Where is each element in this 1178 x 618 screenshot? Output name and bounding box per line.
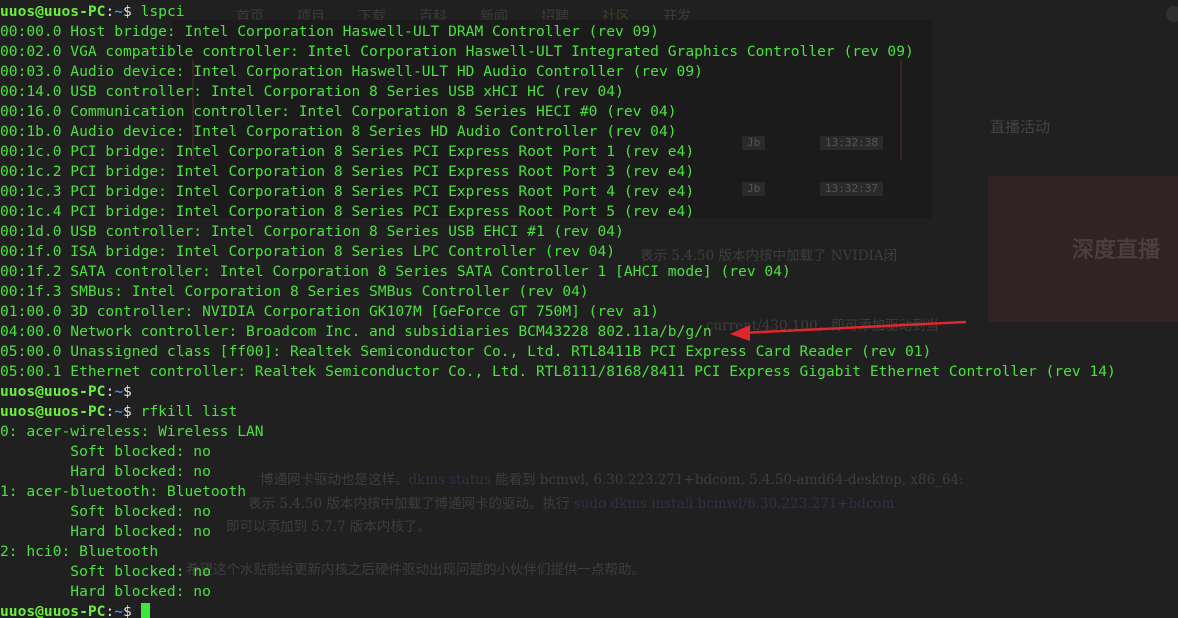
prompt-separator: : bbox=[105, 383, 115, 400]
screen: 首页 项目 下载 百科 新闻 招聘 社区 开发 Jb 13:32:38 Jb 1… bbox=[0, 0, 1178, 618]
prompt-user: uuos@uuos-PC bbox=[0, 3, 106, 20]
terminal-output-line: 00:03.0 Audio device: Intel Corporation … bbox=[0, 63, 703, 80]
terminal-output-line: 04:00.0 Network controller: Broadcom Inc… bbox=[0, 323, 712, 340]
terminal-output-line: 00:00.0 Host bridge: Intel Corporation H… bbox=[0, 23, 659, 40]
terminal-output-line: 00:1f.2 SATA controller: Intel Corporati… bbox=[0, 263, 791, 280]
prompt-symbol: $ bbox=[123, 3, 132, 20]
arrow-shaft bbox=[741, 320, 967, 335]
terminal-output-line: Hard blocked: no bbox=[0, 583, 211, 600]
terminal-output-line: 00:1f.3 SMBus: Intel Corporation 8 Serie… bbox=[0, 283, 589, 300]
terminal-output-line: 0: acer-wireless: Wireless LAN bbox=[0, 423, 264, 440]
prompt-path: ~ bbox=[114, 3, 124, 20]
prompt-path: ~ bbox=[114, 403, 124, 420]
terminal-output-line: 00:1c.3 PCI bridge: Intel Corporation 8 … bbox=[0, 183, 695, 200]
prompt-user: uuos@uuos-PC bbox=[0, 403, 106, 420]
prompt-path: ~ bbox=[114, 603, 124, 618]
terminal-output-line: 00:1c.2 PCI bridge: Intel Corporation 8 … bbox=[0, 163, 695, 180]
prompt-user: uuos@uuos-PC bbox=[0, 603, 106, 618]
prompt-user: uuos@uuos-PC bbox=[0, 383, 106, 400]
prompt-separator: : bbox=[105, 403, 115, 420]
terminal-output-line: 00:1f.0 ISA bridge: Intel Corporation 8 … bbox=[0, 243, 616, 260]
terminal-cursor bbox=[140, 603, 150, 618]
prompt-path: ~ bbox=[114, 383, 124, 400]
prompt-separator: : bbox=[105, 603, 115, 618]
terminal-output-line: 05:00.0 Unassigned class [ff00]: Realtek… bbox=[0, 343, 932, 360]
terminal-prompt-line: uuos@uuos-PC:~$ bbox=[0, 602, 150, 618]
terminal-output-line: Soft blocked: no bbox=[0, 443, 211, 460]
terminal-output-line: 00:1c.4 PCI bridge: Intel Corporation 8 … bbox=[0, 203, 695, 220]
prompt-symbol: $ bbox=[123, 383, 132, 400]
terminal-output-line: 00:1d.0 USB controller: Intel Corporatio… bbox=[0, 223, 624, 240]
annotation-arrow-icon bbox=[730, 320, 967, 341]
terminal-command bbox=[132, 603, 141, 618]
terminal-output-line: Hard blocked: no bbox=[0, 523, 211, 540]
prompt-symbol: $ bbox=[123, 403, 132, 420]
terminal-prompt-line: uuos@uuos-PC:~$ lspci bbox=[0, 2, 185, 22]
terminal-output-line: 05:00.1 Ethernet controller: Realtek Sem… bbox=[0, 363, 1116, 380]
terminal-command: lspci bbox=[131, 3, 185, 20]
terminal-output-line: 01:00.0 3D controller: NVIDIA Corporatio… bbox=[0, 303, 659, 320]
terminal-window[interactable]: uuos@uuos-PC:~$ lspci 00:00.0 Host bridge… bbox=[0, 0, 1178, 618]
terminal-output-line: 1: acer-bluetooth: Bluetooth bbox=[0, 483, 247, 500]
prompt-separator: : bbox=[105, 3, 115, 20]
terminal-output-line: 00:1b.0 Audio device: Intel Corporation … bbox=[0, 123, 677, 140]
terminal-output-line: Soft blocked: no bbox=[0, 563, 211, 580]
terminal-command: rfkill list bbox=[131, 403, 238, 420]
terminal-output-line: 00:14.0 USB controller: Intel Corporatio… bbox=[0, 83, 624, 100]
terminal-prompt-line: uuos@uuos-PC:~$ bbox=[0, 382, 132, 402]
terminal-output-line: 00:1c.0 PCI bridge: Intel Corporation 8 … bbox=[0, 143, 695, 160]
terminal-prompt-line: uuos@uuos-PC:~$ rfkill list bbox=[0, 402, 237, 422]
terminal-output-line: Soft blocked: no bbox=[0, 503, 211, 520]
terminal-output-line: 2: hci0: Bluetooth bbox=[0, 543, 159, 560]
terminal-output-line: 00:02.0 VGA compatible controller: Intel… bbox=[0, 43, 914, 60]
arrow-head bbox=[730, 325, 750, 341]
terminal-output-line: 00:16.0 Communication controller: Intel … bbox=[0, 103, 677, 120]
prompt-symbol: $ bbox=[123, 603, 132, 618]
terminal-output-line: Hard blocked: no bbox=[0, 463, 211, 480]
